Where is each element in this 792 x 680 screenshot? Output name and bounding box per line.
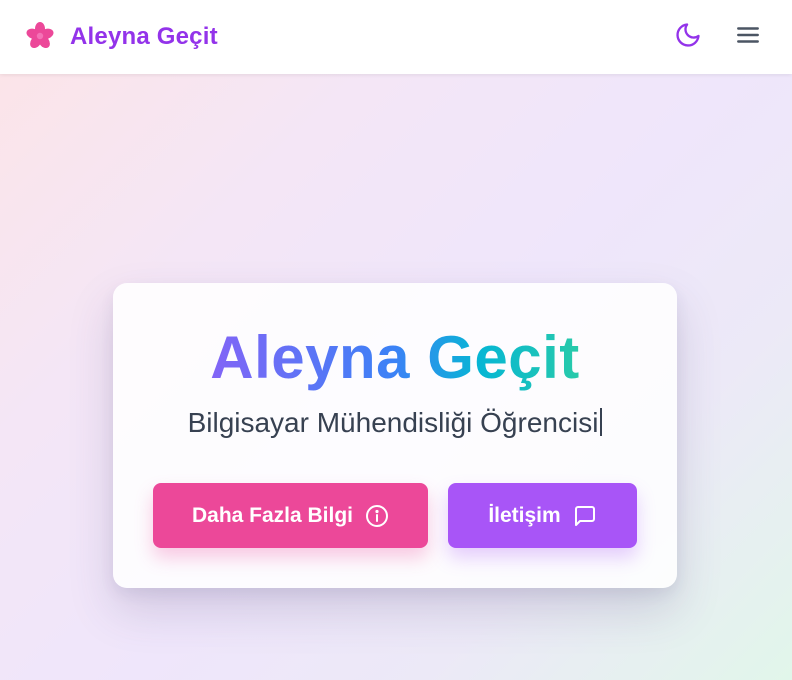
more-info-button[interactable]: Daha Fazla Bilgi bbox=[153, 483, 428, 548]
flower-asterisk-icon bbox=[24, 20, 56, 52]
menu-button[interactable] bbox=[728, 17, 768, 57]
brand-name: Aleyna Geçit bbox=[70, 23, 218, 50]
typing-cursor bbox=[600, 408, 603, 436]
hero-title: Aleyna Geçit bbox=[113, 323, 677, 393]
moon-icon bbox=[674, 21, 702, 54]
brand-link[interactable]: Aleyna Geçit bbox=[24, 22, 218, 52]
nav-actions bbox=[668, 17, 768, 57]
hero-title-last-name: Geçit bbox=[427, 324, 580, 391]
more-info-label: Daha Fazla Bilgi bbox=[191, 503, 354, 527]
hamburger-menu-icon bbox=[735, 22, 761, 53]
theme-toggle-button[interactable] bbox=[668, 17, 708, 57]
hero-title-first-name: Aleyna bbox=[210, 324, 411, 391]
navbar: Aleyna Geçit bbox=[0, 0, 792, 74]
message-square-icon bbox=[573, 504, 597, 528]
hero-card: Aleyna Geçit Bilgisayar Mühendisliği Öğr… bbox=[113, 283, 677, 588]
contact-label: İletişim bbox=[488, 503, 561, 527]
contact-button[interactable]: İletişim bbox=[448, 483, 637, 548]
info-circle-icon bbox=[365, 504, 389, 528]
hero-subtitle-text: Bilgisayar Mühendisliği Öğrencisi bbox=[187, 407, 599, 438]
hero-subtitle: Bilgisayar Mühendisliği Öğrencisi bbox=[113, 406, 677, 440]
